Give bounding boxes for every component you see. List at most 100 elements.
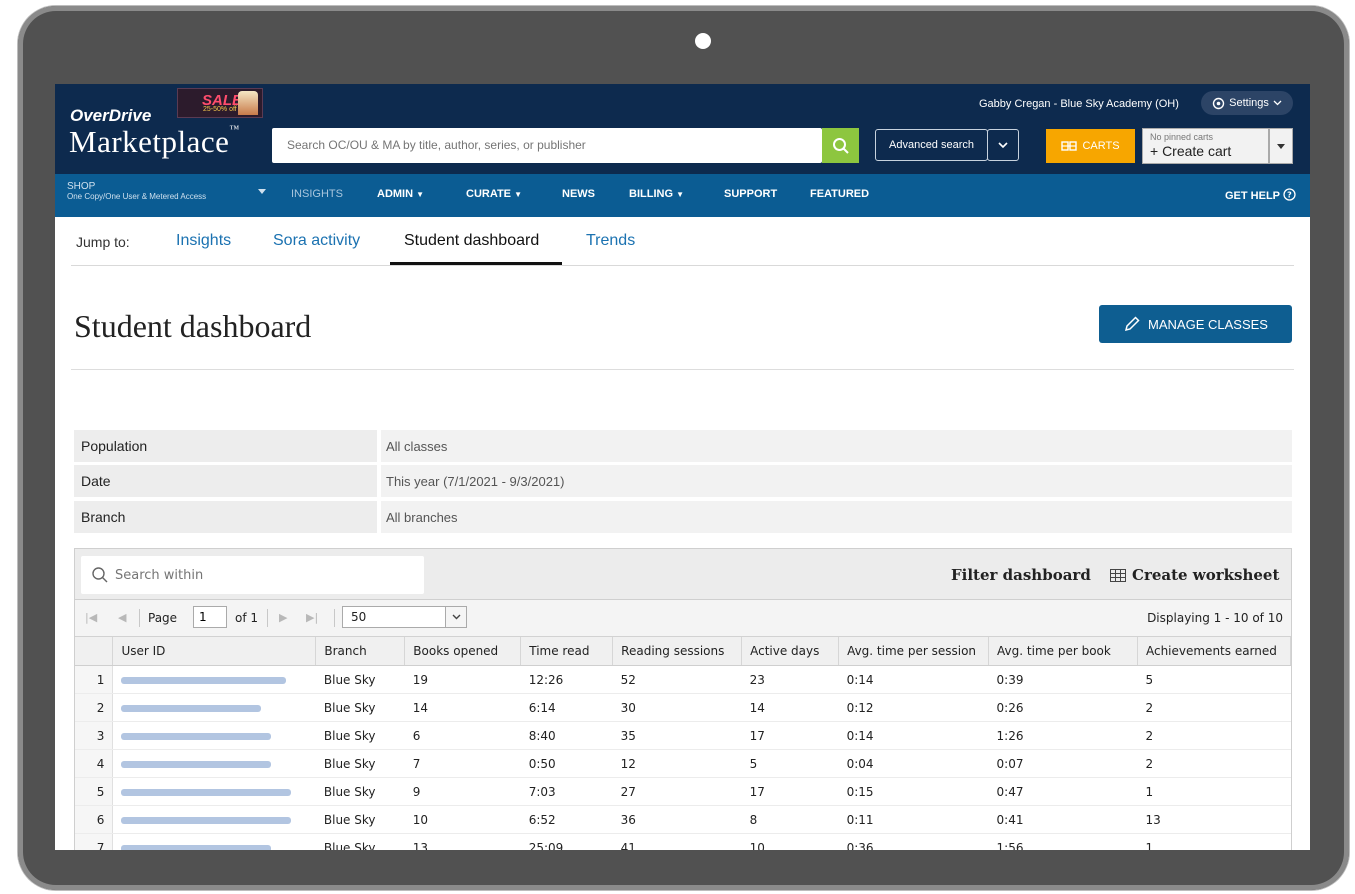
column-header-time-read[interactable]: Time read [520,637,614,666]
active-days-cell: 17 [741,721,839,750]
display-count: Displaying 1 - 10 of 10 [1147,611,1283,625]
pager-separator [267,609,268,627]
nav-featured[interactable]: FEATURED [810,188,869,200]
main-search-input[interactable] [272,128,807,161]
filter-value: All classes [381,430,1292,462]
filter-row-population[interactable]: Population All classes [74,430,1292,462]
reading-sessions-cell: 27 [612,777,742,806]
caret-down-icon[interactable] [258,189,266,194]
user-id-cell[interactable] [112,749,316,778]
redacted-user-id [121,844,272,850]
filter-dashboard-button[interactable]: Filter dashboard [951,566,1091,584]
avg-session-cell: 0:14 [838,721,989,750]
last-page-icon[interactable]: ▶| [306,611,318,624]
tab-sora-activity[interactable]: Sora activity [273,232,360,250]
chevron-down-icon [452,614,460,620]
student-table: User ID Branch Books opened Time read Re… [75,637,1292,850]
nav-admin[interactable]: ADMIN ▼ [377,188,424,200]
avg-session-cell: 0:14 [838,665,989,694]
create-cart-box[interactable]: No pinned carts + Create cart [1142,128,1269,164]
prev-page-icon[interactable]: ◀ [118,611,126,624]
camera-dot [695,33,711,49]
user-id-cell[interactable] [112,721,316,750]
books-opened-cell: 13 [404,833,521,850]
column-header-active-days[interactable]: Active days [741,637,840,666]
books-opened-cell: 10 [404,805,521,834]
cart-icon [1061,141,1078,151]
nav-shop-label: SHOP [67,181,96,192]
column-header-avg-time-book[interactable]: Avg. time per book [988,637,1138,666]
logo-overdrive[interactable]: OverDrive [70,106,151,126]
time-read-cell: 6:14 [520,693,613,722]
nav-support[interactable]: SUPPORT [724,188,777,200]
column-header-reading-sessions[interactable]: Reading sessions [612,637,743,666]
table-row[interactable]: 4 Blue Sky 7 0:50 12 5 0:04 0:07 2 [75,749,1291,778]
nav-insights[interactable]: INSIGHTS [291,188,343,200]
caret-down-icon: ▼ [676,190,684,199]
filter-row-branch[interactable]: Branch All branches [74,501,1292,533]
sale-banner[interactable]: SALE 25-50% off [177,88,263,118]
carts-button[interactable]: CARTS [1046,129,1135,163]
jump-to-label: Jump to: [76,234,130,250]
sale-banner-image [238,91,258,115]
books-opened-cell: 7 [404,749,521,778]
time-read-cell: 12:26 [520,665,613,694]
books-opened-cell: 9 [404,777,521,806]
column-header-branch[interactable]: Branch [315,637,406,666]
user-account-name[interactable]: Gabby Cregan - Blue Sky Academy (OH) [979,98,1179,110]
tab-insights[interactable]: Insights [176,232,231,250]
column-header-achievements[interactable]: Achievements earned [1137,637,1292,666]
page-number-input[interactable] [193,606,227,628]
cart-dropdown[interactable] [1269,128,1293,164]
table-icon [1110,568,1126,582]
logo-marketplace[interactable]: Marketplace™ [69,124,240,160]
gear-icon [1212,97,1225,109]
nav-curate[interactable]: CURATE ▼ [466,188,522,200]
table-row[interactable]: 7 Blue Sky 13 25:09 41 10 0:36 1:56 1 [75,833,1291,850]
svg-text:?: ? [1287,191,1292,200]
nav-news[interactable]: NEWS [562,188,595,200]
user-id-cell[interactable] [112,665,316,694]
table-row[interactable]: 5 Blue Sky 9 7:03 27 17 0:15 0:47 1 [75,777,1291,806]
grid-search-input[interactable] [109,566,417,584]
screen: OverDrive Marketplace™ SALE 25-50% off A… [55,84,1310,850]
user-id-cell[interactable] [112,777,316,806]
active-days-cell: 5 [741,749,839,778]
next-page-icon[interactable]: ▶ [279,611,287,624]
advanced-search-button[interactable]: Advanced search [875,129,988,161]
manage-classes-button[interactable]: MANAGE CLASSES [1099,305,1292,343]
filter-key: Branch [74,501,377,533]
page-label: Page [148,611,178,625]
column-header-user-id[interactable]: User ID [112,637,317,666]
user-id-cell[interactable] [112,805,316,834]
redacted-user-id [121,788,292,796]
filter-value: This year (7/1/2021 - 9/3/2021) [381,465,1292,497]
avg-book-cell: 1:26 [988,721,1138,750]
nav-shop[interactable]: SHOP One Copy/One User & Metered Access [67,181,206,201]
branch-cell: Blue Sky [315,833,405,850]
table-row[interactable]: 1 Blue Sky 19 12:26 52 23 0:14 0:39 5 [75,665,1291,694]
filter-row-date[interactable]: Date This year (7/1/2021 - 9/3/2021) [74,465,1292,497]
column-header-books-opened[interactable]: Books opened [404,637,522,666]
settings-button[interactable]: Settings [1201,91,1293,115]
jump-to-bar: Jump to: Insights Sora activity Student … [55,217,1310,266]
page-size-select[interactable]: 50 [342,606,467,628]
books-opened-cell: 6 [404,721,521,750]
reading-sessions-cell: 52 [612,665,742,694]
advanced-search-dropdown[interactable] [987,129,1019,161]
table-row[interactable]: 2 Blue Sky 14 6:14 30 14 0:12 0:26 2 [75,693,1291,722]
column-header-avg-time-session[interactable]: Avg. time per session [838,637,990,666]
create-worksheet-button[interactable]: Create worksheet [1110,566,1279,584]
nav-billing[interactable]: BILLING ▼ [629,188,684,200]
table-row[interactable]: 3 Blue Sky 6 8:40 35 17 0:14 1:26 2 [75,721,1291,750]
table-row[interactable]: 6 Blue Sky 10 6:52 36 8 0:11 0:41 13 [75,805,1291,834]
tab-student-dashboard[interactable]: Student dashboard [404,232,539,250]
user-id-cell[interactable] [112,693,316,722]
tab-trends[interactable]: Trends [586,232,635,250]
user-id-cell[interactable] [112,833,316,850]
first-page-icon[interactable]: |◀ [85,611,97,624]
page-size-dropdown[interactable] [445,607,466,627]
pager-separator [334,609,335,627]
get-help-link[interactable]: GET HELP ? [1225,188,1296,202]
main-search-button[interactable] [822,128,859,163]
